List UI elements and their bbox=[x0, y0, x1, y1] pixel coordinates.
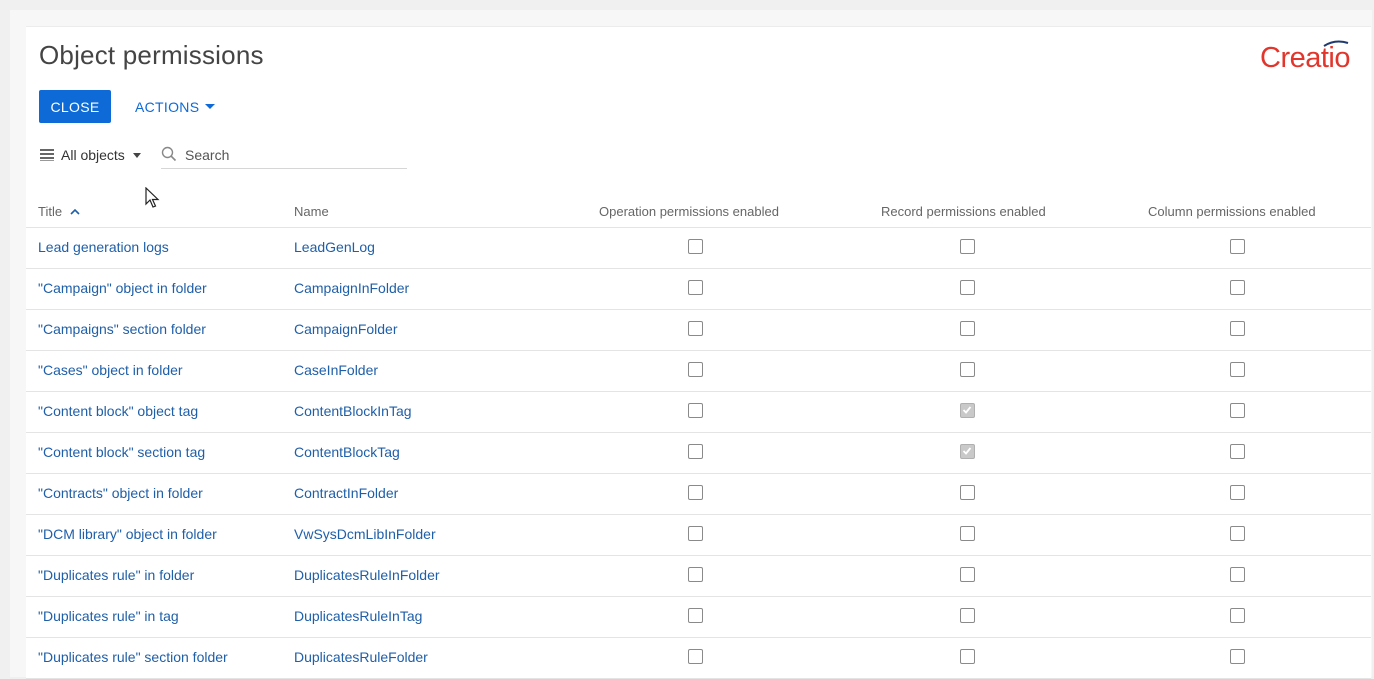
table-row[interactable]: "Content block" object tag ContentBlockIn… bbox=[26, 392, 1371, 433]
record-permission-checkbox[interactable] bbox=[960, 280, 975, 295]
page-title: Object permissions bbox=[39, 40, 264, 70]
table-row[interactable]: "Campaign" object in folder CampaignInFol… bbox=[26, 269, 1371, 310]
column-permission-checkbox[interactable] bbox=[1230, 403, 1245, 418]
column-permission-checkbox[interactable] bbox=[1230, 485, 1245, 500]
record-permission-checkbox[interactable] bbox=[960, 239, 975, 254]
chevron-down-icon bbox=[132, 152, 141, 158]
column-permission-checkbox[interactable] bbox=[1230, 608, 1245, 623]
column-header-column[interactable]: Column permissions enabled bbox=[1148, 204, 1316, 219]
column-permission-checkbox[interactable] bbox=[1230, 280, 1245, 295]
column-permission-checkbox[interactable] bbox=[1230, 649, 1245, 664]
chevron-up-icon bbox=[70, 208, 80, 215]
row-title-link[interactable]: "Content block" object tag bbox=[38, 403, 198, 419]
close-button[interactable]: CLOSE bbox=[39, 90, 111, 123]
search-input[interactable] bbox=[185, 144, 400, 166]
chevron-down-icon bbox=[205, 104, 216, 109]
row-name: CampaignFolder bbox=[294, 321, 398, 337]
row-name: CampaignInFolder bbox=[294, 280, 410, 296]
record-permission-checkbox[interactable] bbox=[960, 362, 975, 377]
list-icon bbox=[40, 149, 54, 161]
table-row[interactable]: "Campaigns" section folder CampaignFolder bbox=[26, 310, 1371, 351]
row-title-link[interactable]: "Content block" section tag bbox=[38, 444, 205, 460]
table-row[interactable]: "Duplicates rule" in tag DuplicatesRuleIn… bbox=[26, 597, 1371, 638]
operation-permission-checkbox[interactable] bbox=[688, 239, 703, 254]
table-row[interactable]: "Contracts" object in folder ContractInFo… bbox=[26, 474, 1371, 515]
search-icon bbox=[161, 146, 177, 162]
row-title-link[interactable]: "Contracts" object in folder bbox=[38, 485, 203, 501]
record-permission-checkbox[interactable] bbox=[960, 649, 975, 664]
record-permission-checkbox[interactable] bbox=[960, 321, 975, 336]
operation-permission-checkbox[interactable] bbox=[688, 526, 703, 541]
table-header: Title Name Operation permissions enabled… bbox=[26, 193, 1371, 228]
row-name: DuplicatesRuleFolder bbox=[294, 649, 428, 665]
record-permission-checkbox[interactable] bbox=[960, 444, 975, 459]
column-header-title[interactable]: Title bbox=[38, 204, 80, 219]
row-name: LeadGenLog bbox=[294, 239, 375, 255]
object-permissions-panel: Object permissions Creatio CLOSE ACTIONS… bbox=[26, 26, 1371, 679]
operation-permission-checkbox[interactable] bbox=[688, 321, 703, 336]
row-title-link[interactable]: "Duplicates rule" section folder bbox=[38, 649, 228, 665]
record-permission-checkbox[interactable] bbox=[960, 485, 975, 500]
column-header-name[interactable]: Name bbox=[294, 204, 329, 219]
record-permission-checkbox[interactable] bbox=[960, 403, 975, 418]
operation-permission-checkbox[interactable] bbox=[688, 403, 703, 418]
row-title-link[interactable]: "Campaigns" section folder bbox=[38, 321, 206, 337]
row-name: DuplicatesRuleInTag bbox=[294, 608, 423, 624]
row-name: ContentBlockTag bbox=[294, 444, 400, 460]
app-frame: Object permissions Creatio CLOSE ACTIONS… bbox=[10, 10, 1372, 679]
row-name: ContentBlockInTag bbox=[294, 403, 412, 419]
row-name: DuplicatesRuleInFolder bbox=[294, 567, 440, 583]
column-permission-checkbox[interactable] bbox=[1230, 239, 1245, 254]
row-name: ContractInFolder bbox=[294, 485, 399, 501]
table-row[interactable]: "Duplicates rule" section folder Duplicat… bbox=[26, 638, 1371, 679]
creatio-logo: Creatio bbox=[1260, 42, 1351, 74]
permissions-table-body: Lead generation logs LeadGenLog "Campaign"… bbox=[26, 228, 1371, 679]
table-row[interactable]: "DCM library" object in folder VwSysDcmLi… bbox=[26, 515, 1371, 556]
table-row[interactable]: "Content block" section tag ContentBlockT… bbox=[26, 433, 1371, 474]
search-box bbox=[161, 144, 407, 169]
column-header-operation[interactable]: Operation permissions enabled bbox=[599, 204, 779, 219]
operation-permission-checkbox[interactable] bbox=[688, 649, 703, 664]
record-permission-checkbox[interactable] bbox=[960, 608, 975, 623]
operation-permission-checkbox[interactable] bbox=[688, 444, 703, 459]
column-header-title-label: Title bbox=[38, 204, 63, 219]
column-permission-checkbox[interactable] bbox=[1230, 444, 1245, 459]
row-title-link[interactable]: "Duplicates rule" in folder bbox=[38, 567, 194, 583]
column-permission-checkbox[interactable] bbox=[1230, 362, 1245, 377]
operation-permission-checkbox[interactable] bbox=[688, 608, 703, 623]
actions-label: ACTIONS bbox=[135, 98, 200, 115]
column-permission-checkbox[interactable] bbox=[1230, 567, 1245, 582]
row-title-link[interactable]: "Duplicates rule" in tag bbox=[38, 608, 179, 624]
row-name: CaseInFolder bbox=[294, 362, 379, 378]
row-title-link[interactable]: "Cases" object in folder bbox=[38, 362, 183, 378]
row-title-link[interactable]: Lead generation logs bbox=[38, 239, 169, 255]
operation-permission-checkbox[interactable] bbox=[688, 362, 703, 377]
checkmark-icon bbox=[962, 447, 972, 455]
operation-permission-checkbox[interactable] bbox=[688, 485, 703, 500]
row-name: VwSysDcmLibInFolder bbox=[294, 526, 436, 542]
table-row[interactable]: "Cases" object in folder CaseInFolder bbox=[26, 351, 1371, 392]
object-filter-dropdown[interactable]: All objects bbox=[39, 144, 141, 166]
filter-label: All objects bbox=[61, 147, 125, 163]
checkmark-icon bbox=[962, 406, 972, 414]
actions-menu-button[interactable]: ACTIONS bbox=[135, 90, 216, 123]
table-row[interactable]: Lead generation logs LeadGenLog bbox=[26, 228, 1371, 269]
record-permission-checkbox[interactable] bbox=[960, 526, 975, 541]
row-title-link[interactable]: "Campaign" object in folder bbox=[38, 280, 207, 296]
column-header-record[interactable]: Record permissions enabled bbox=[881, 204, 1046, 219]
table-row[interactable]: "Duplicates rule" in folder DuplicatesRul… bbox=[26, 556, 1371, 597]
operation-permission-checkbox[interactable] bbox=[688, 280, 703, 295]
column-permission-checkbox[interactable] bbox=[1230, 321, 1245, 336]
operation-permission-checkbox[interactable] bbox=[688, 567, 703, 582]
column-permission-checkbox[interactable] bbox=[1230, 526, 1245, 541]
row-title-link[interactable]: "DCM library" object in folder bbox=[38, 526, 217, 542]
record-permission-checkbox[interactable] bbox=[960, 567, 975, 582]
